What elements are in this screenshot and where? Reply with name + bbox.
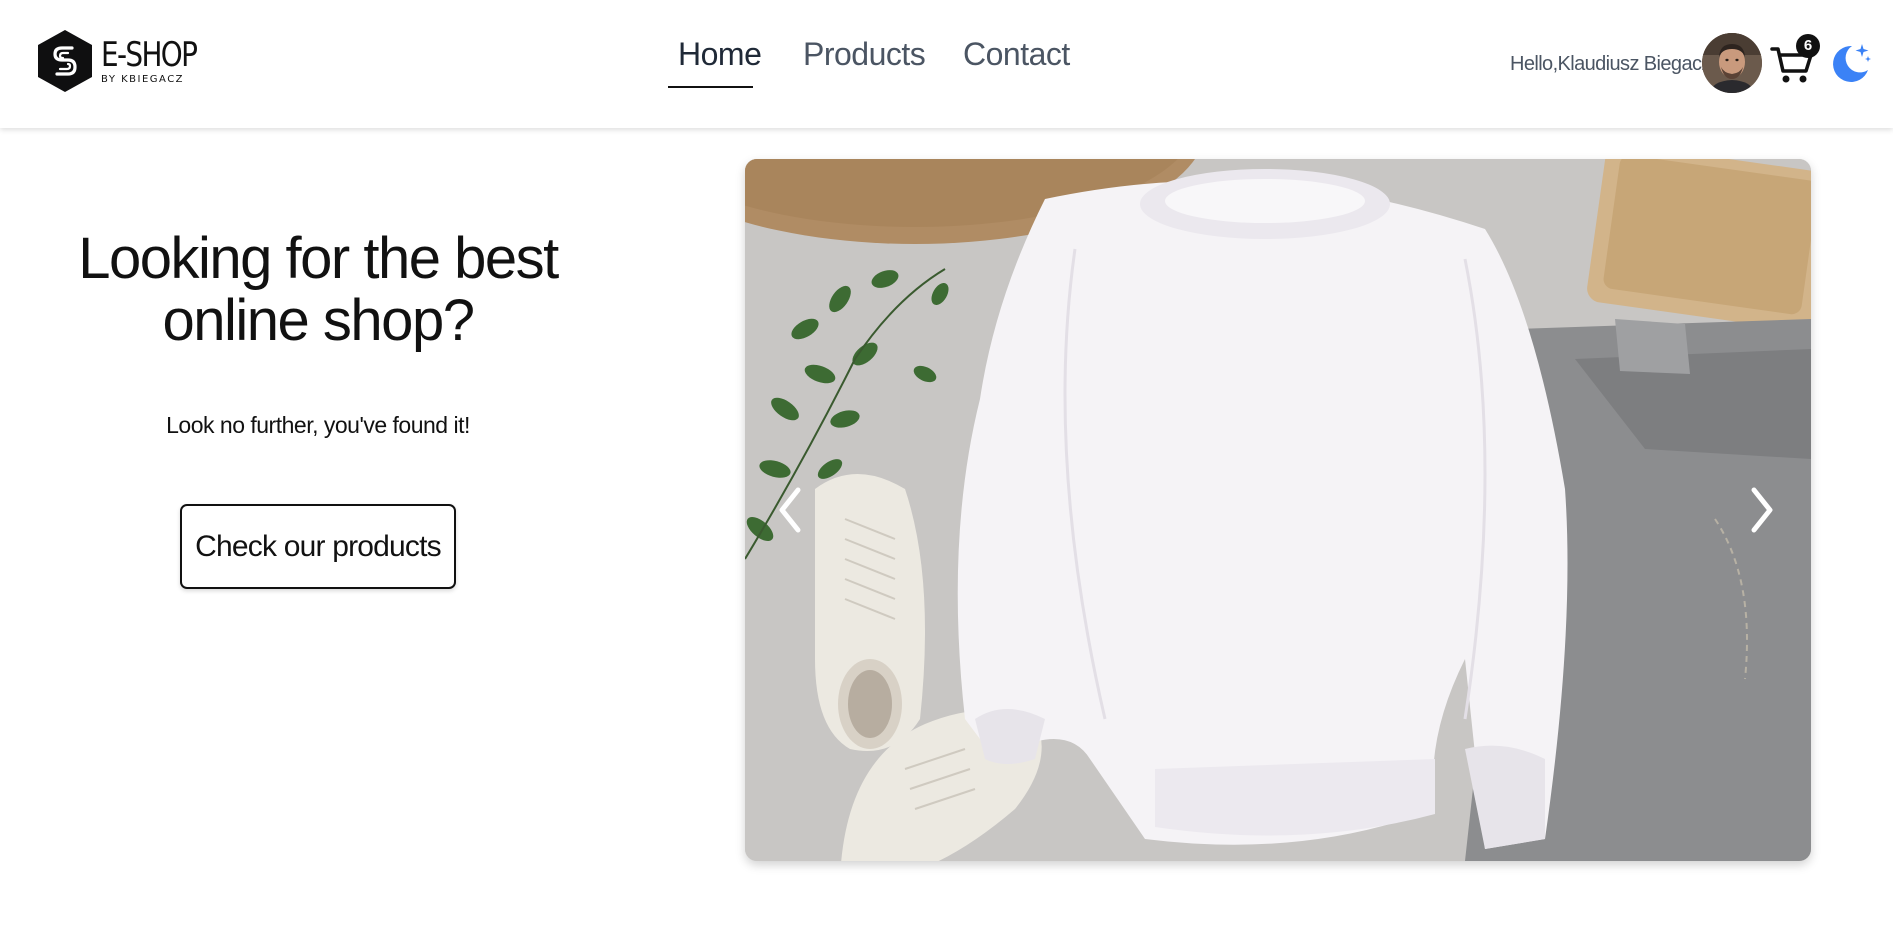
cart-count-badge: 6 <box>1796 34 1820 58</box>
check-products-button[interactable]: Check our products <box>180 504 456 589</box>
avatar[interactable] <box>1702 33 1762 93</box>
site-header: E-SHOP BY KBIEGACZ Home Products Contact… <box>0 0 1893 128</box>
theme-toggle-button[interactable] <box>1826 40 1872 86</box>
nav-home[interactable]: Home <box>678 34 762 74</box>
user-greeting: Hello,Klaudiusz Biegacz <box>1510 53 1711 75</box>
chevron-right-icon <box>1751 487 1773 533</box>
brand-logo[interactable]: E-SHOP BY KBIEGACZ <box>35 28 217 94</box>
brand-subtitle: BY KBIEGACZ <box>101 74 185 85</box>
brand-title: E-SHOP <box>101 35 198 75</box>
carousel-next-button[interactable] <box>1742 480 1782 540</box>
nav-products[interactable]: Products <box>803 34 926 74</box>
hero-title: Looking for the best online shop? <box>78 226 559 353</box>
hexagon-logo-icon <box>38 30 92 92</box>
hero-carousel <box>745 159 1811 861</box>
user-avatar-image <box>1702 33 1762 93</box>
carousel-slide-image <box>745 159 1811 861</box>
nav-contact[interactable]: Contact <box>963 34 1070 74</box>
active-nav-underline <box>668 86 753 88</box>
moon-icon <box>1833 44 1871 82</box>
carousel-prev-button[interactable] <box>770 480 810 540</box>
hero-subtitle: Look no further, you've found it! <box>166 412 470 438</box>
chevron-left-icon <box>779 487 801 533</box>
brand-text: E-SHOP BY KBIEGACZ <box>101 36 217 86</box>
